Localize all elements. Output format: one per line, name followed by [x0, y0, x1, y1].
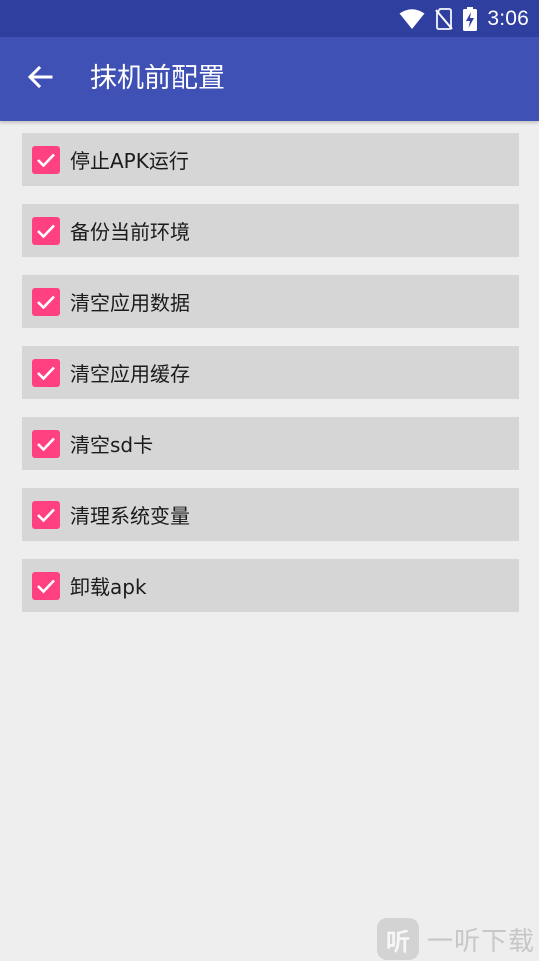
status-time: 3:06: [487, 6, 529, 30]
watermark-text: 一听下载: [427, 926, 536, 957]
option-clear-sd-card[interactable]: 清空sd卡: [22, 417, 519, 470]
option-label: 清空应用数据: [70, 291, 190, 315]
option-label: 卸载apk: [70, 575, 147, 599]
status-bar: 3:06: [0, 0, 539, 37]
checkbox[interactable]: [32, 358, 60, 387]
checkbox[interactable]: [32, 429, 60, 458]
checkbox[interactable]: [32, 216, 60, 245]
option-uninstall-apk[interactable]: 卸载apk: [22, 559, 519, 612]
checkbox[interactable]: [32, 145, 60, 174]
options-list: 停止APK运行 备份当前环境 清空应用数据 清空应用缓存 清空sd卡 清理系统变…: [22, 133, 519, 630]
watermark-logo: 听: [377, 918, 419, 960]
watermark: 听 一听下载: [377, 917, 539, 961]
app-bar: 抹机前配置: [0, 37, 539, 121]
battery-charging-icon: [463, 6, 478, 31]
option-label: 备份当前环境: [70, 220, 190, 244]
option-clear-system-variables[interactable]: 清理系统变量: [22, 488, 519, 541]
checkbox[interactable]: [32, 571, 60, 600]
option-backup-environment[interactable]: 备份当前环境: [22, 204, 519, 257]
option-stop-apk[interactable]: 停止APK运行: [22, 133, 519, 186]
status-icons: 3:06: [399, 0, 529, 37]
option-label: 清理系统变量: [70, 504, 190, 528]
back-button[interactable]: [20, 59, 60, 99]
option-label: 清空应用缓存: [70, 362, 190, 386]
no-sim-icon: [435, 7, 454, 30]
wifi-icon: [399, 8, 425, 30]
checkbox[interactable]: [32, 500, 60, 529]
option-label: 停止APK运行: [70, 149, 189, 173]
option-clear-app-cache[interactable]: 清空应用缓存: [22, 346, 519, 399]
arrow-back-icon: [27, 64, 53, 94]
option-clear-app-data[interactable]: 清空应用数据: [22, 275, 519, 328]
option-label: 清空sd卡: [70, 433, 154, 457]
page-title: 抹机前配置: [90, 63, 225, 94]
checkbox[interactable]: [32, 287, 60, 316]
